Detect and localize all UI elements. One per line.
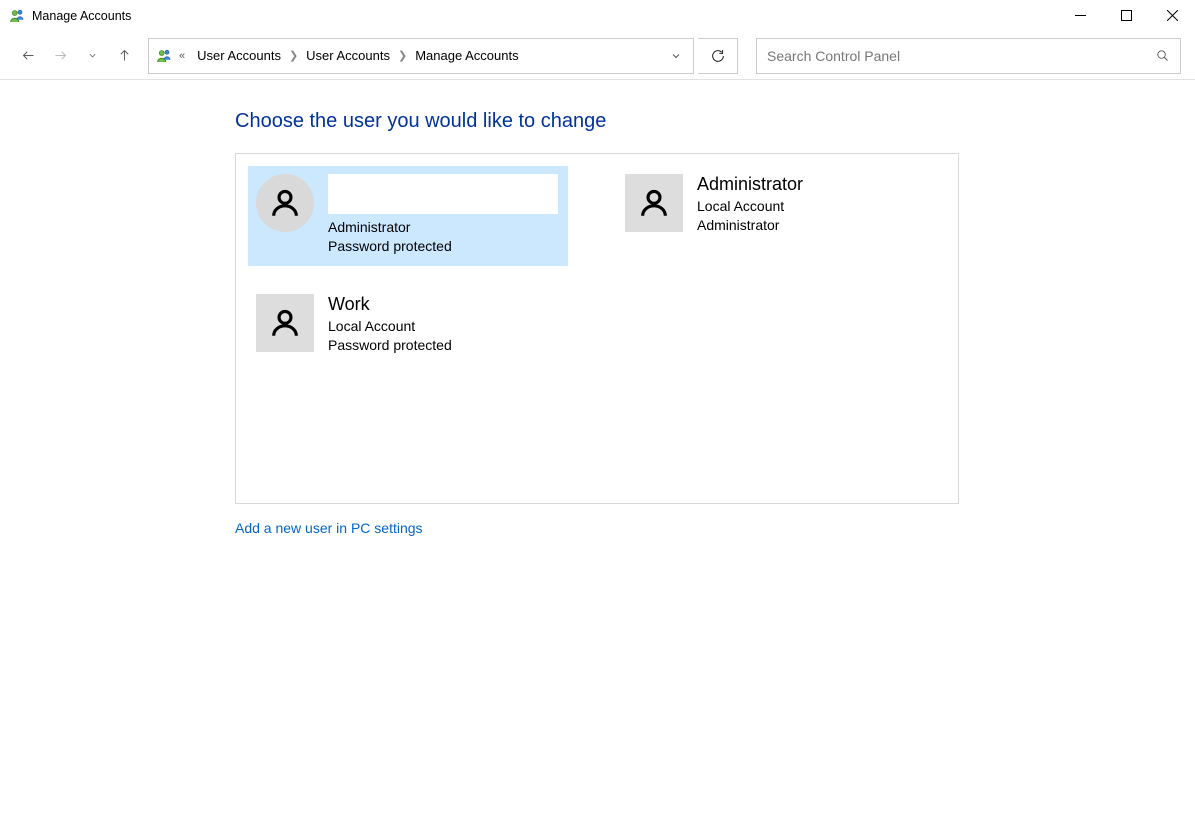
account-name: Work bbox=[328, 294, 452, 315]
account-status: Password protected bbox=[328, 336, 452, 355]
chevron-right-icon[interactable]: ❯ bbox=[287, 49, 300, 62]
search-icon bbox=[1155, 48, 1170, 63]
close-button[interactable] bbox=[1149, 0, 1195, 30]
title-bar: Manage Accounts bbox=[0, 0, 1195, 32]
recent-locations-button[interactable] bbox=[78, 42, 106, 70]
account-type: Local Account bbox=[697, 197, 803, 216]
account-status: Administrator bbox=[697, 216, 803, 235]
account-tile[interactable]: Work Local Account Password protected bbox=[248, 286, 568, 386]
history-chevron-icon[interactable]: « bbox=[179, 50, 185, 62]
avatar bbox=[625, 174, 683, 232]
up-button[interactable] bbox=[110, 42, 138, 70]
page-heading: Choose the user you would like to change bbox=[235, 110, 1195, 133]
add-user-link[interactable]: Add a new user in PC settings bbox=[235, 520, 423, 536]
window-title: Manage Accounts bbox=[32, 9, 131, 23]
account-type: Local Account bbox=[328, 317, 452, 336]
address-bar[interactable]: « User Accounts ❯ User Accounts ❯ Manage… bbox=[148, 38, 694, 74]
main-content: Choose the user you would like to change… bbox=[0, 80, 1195, 536]
account-tile[interactable]: Administrator Local Account Administrato… bbox=[617, 166, 937, 266]
avatar bbox=[256, 174, 314, 232]
user-accounts-icon bbox=[8, 7, 26, 25]
toolbar: « User Accounts ❯ User Accounts ❯ Manage… bbox=[0, 32, 1195, 80]
account-type: Administrator bbox=[328, 218, 558, 237]
account-tile[interactable]: Administrator Password protected bbox=[248, 166, 568, 266]
maximize-button[interactable] bbox=[1103, 0, 1149, 30]
account-status: Password protected bbox=[328, 237, 558, 256]
user-accounts-icon bbox=[155, 47, 173, 65]
breadcrumb-item[interactable]: User Accounts bbox=[300, 39, 396, 73]
refresh-button[interactable] bbox=[698, 38, 738, 74]
chevron-right-icon[interactable]: ❯ bbox=[396, 49, 409, 62]
account-name: Administrator bbox=[697, 174, 803, 195]
breadcrumb-item[interactable]: Manage Accounts bbox=[409, 39, 524, 73]
address-dropdown[interactable] bbox=[659, 39, 693, 73]
search-input[interactable] bbox=[767, 48, 1155, 64]
forward-button[interactable] bbox=[46, 42, 74, 70]
breadcrumb: User Accounts ❯ User Accounts ❯ Manage A… bbox=[191, 39, 524, 73]
breadcrumb-item[interactable]: User Accounts bbox=[191, 39, 287, 73]
avatar bbox=[256, 294, 314, 352]
minimize-button[interactable] bbox=[1057, 0, 1103, 30]
accounts-panel: Administrator Password protected Adminis… bbox=[235, 153, 959, 504]
search-box[interactable] bbox=[756, 38, 1181, 74]
account-name bbox=[328, 174, 558, 214]
back-button[interactable] bbox=[14, 42, 42, 70]
